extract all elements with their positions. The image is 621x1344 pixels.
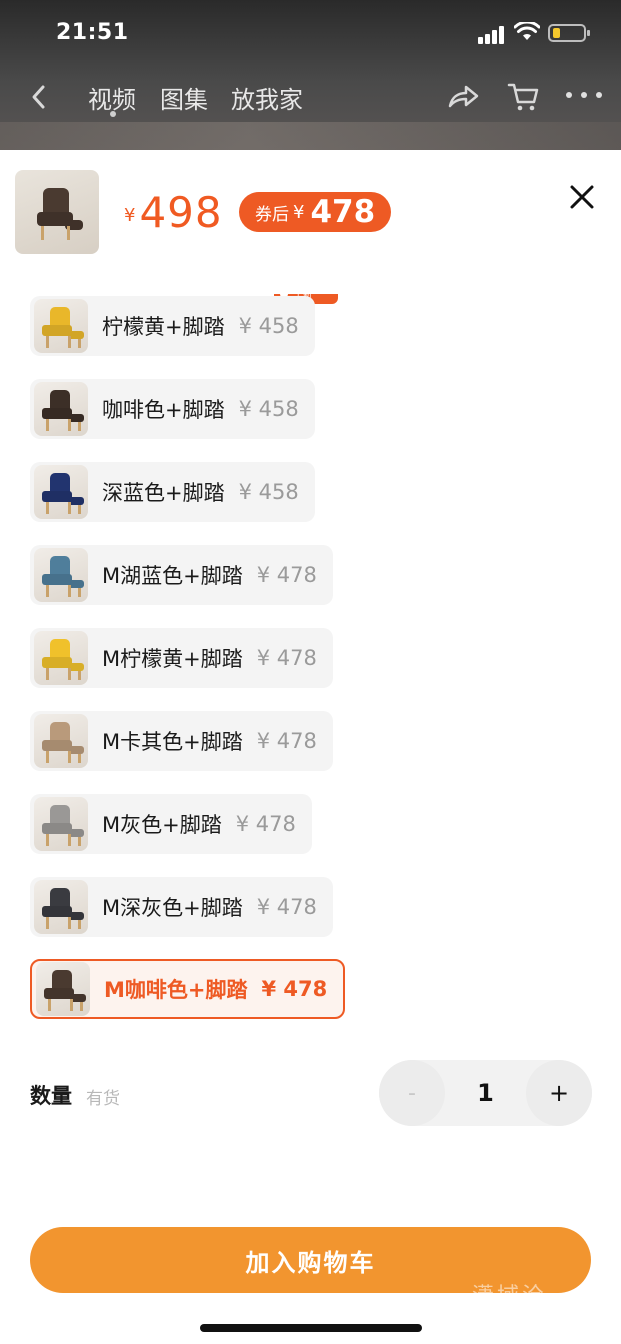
option-name: M卡其色+脚踏 xyxy=(102,730,243,754)
sku-selector-sheet: ¥498 券后 ¥ 478 上新 柠檬黄+脚踏¥ 458咖啡色+脚踏¥ 458深… xyxy=(0,150,621,1344)
option-thumbnail xyxy=(34,548,88,602)
product-thumbnail[interactable] xyxy=(15,170,99,254)
background-photo xyxy=(0,122,621,152)
share-icon[interactable] xyxy=(446,82,480,112)
cart-icon[interactable] xyxy=(506,80,540,114)
option-price: ¥ 458 xyxy=(238,397,299,421)
coupon-price: 478 xyxy=(310,194,376,230)
option-price: ¥ 478 xyxy=(235,812,296,836)
quantity-stepper: - 1 + xyxy=(379,1060,592,1126)
option-thumbnail xyxy=(34,299,88,353)
spec-option[interactable]: M湖蓝色+脚踏 ¥ 478 xyxy=(30,545,333,605)
watermark: 潇域沧 xyxy=(472,1284,548,1309)
spec-option[interactable]: 柠檬黄+脚踏 ¥ 458 xyxy=(30,296,315,356)
option-price: ¥ 478 xyxy=(256,646,317,670)
status-bar: 21:51 xyxy=(0,0,621,66)
back-arrow-icon[interactable] xyxy=(26,82,52,112)
active-tab-indicator xyxy=(110,111,116,117)
coupon-price-tag: 券后 ¥ 478 xyxy=(239,192,392,232)
option-name: M湖蓝色+脚踏 xyxy=(102,564,243,588)
option-price: ¥ 458 xyxy=(238,480,299,504)
spec-option[interactable]: M柠檬黄+脚踏 ¥ 478 xyxy=(30,628,333,688)
option-price: ¥ 478 xyxy=(256,895,317,919)
option-price: ¥ 478 xyxy=(256,729,317,753)
price-value: 498 xyxy=(139,188,223,237)
top-nav: 视频 图集 放我家 xyxy=(0,70,621,126)
option-price: ¥ 478 xyxy=(256,563,317,587)
spec-option[interactable]: M卡其色+脚踏 ¥ 478 xyxy=(30,711,333,771)
wifi-icon xyxy=(514,22,540,40)
decrease-button[interactable]: - xyxy=(379,1060,445,1126)
spec-option[interactable]: M灰色+脚踏 ¥ 478 xyxy=(30,794,312,854)
option-thumbnail xyxy=(34,714,88,768)
quantity-value[interactable]: 1 xyxy=(445,1060,526,1126)
spec-option[interactable]: 深蓝色+脚踏 ¥ 458 xyxy=(30,462,315,522)
option-name: M咖啡色+脚踏 xyxy=(104,978,248,1002)
tab-place-at-home[interactable]: 放我家 xyxy=(231,80,303,115)
stock-status: 有货 xyxy=(86,1089,120,1109)
currency-symbol: ¥ xyxy=(124,205,136,226)
option-thumbnail xyxy=(34,465,88,519)
spec-option[interactable]: 咖啡色+脚踏 ¥ 458 xyxy=(30,379,315,439)
close-icon[interactable] xyxy=(569,184,595,210)
option-name: 深蓝色+脚踏 xyxy=(102,481,225,505)
option-thumbnail xyxy=(36,962,90,1016)
option-price: ¥ 458 xyxy=(238,314,299,338)
option-thumbnail xyxy=(34,880,88,934)
increase-button[interactable]: + xyxy=(526,1060,592,1126)
tab-video[interactable]: 视频 xyxy=(88,80,136,115)
tab-gallery[interactable]: 图集 xyxy=(160,80,208,115)
home-indicator xyxy=(200,1324,422,1332)
option-name: 咖啡色+脚踏 xyxy=(102,398,225,422)
coupon-currency: ¥ xyxy=(293,201,305,223)
battery-icon xyxy=(548,24,590,42)
option-thumbnail xyxy=(34,631,88,685)
option-name: M深灰色+脚踏 xyxy=(102,896,243,920)
signal-icon xyxy=(478,24,506,44)
option-price: ¥ 478 xyxy=(261,977,328,1001)
spec-option[interactable]: M深灰色+脚踏 ¥ 478 xyxy=(30,877,333,937)
option-thumbnail xyxy=(34,382,88,436)
more-icon[interactable] xyxy=(566,92,602,100)
quantity-row: 数量 有货 - 1 + xyxy=(30,1060,592,1126)
option-name: 柠檬黄+脚踏 xyxy=(102,315,225,339)
option-name: M灰色+脚踏 xyxy=(102,813,222,837)
option-thumbnail xyxy=(34,797,88,851)
status-time: 21:51 xyxy=(56,20,129,45)
quantity-label: 数量 xyxy=(30,1084,72,1108)
product-price: ¥498 xyxy=(124,188,223,237)
option-name: M柠檬黄+脚踏 xyxy=(102,647,243,671)
spec-option[interactable]: M咖啡色+脚踏 ¥ 478 xyxy=(30,959,346,1019)
coupon-label: 券后 xyxy=(255,204,289,225)
